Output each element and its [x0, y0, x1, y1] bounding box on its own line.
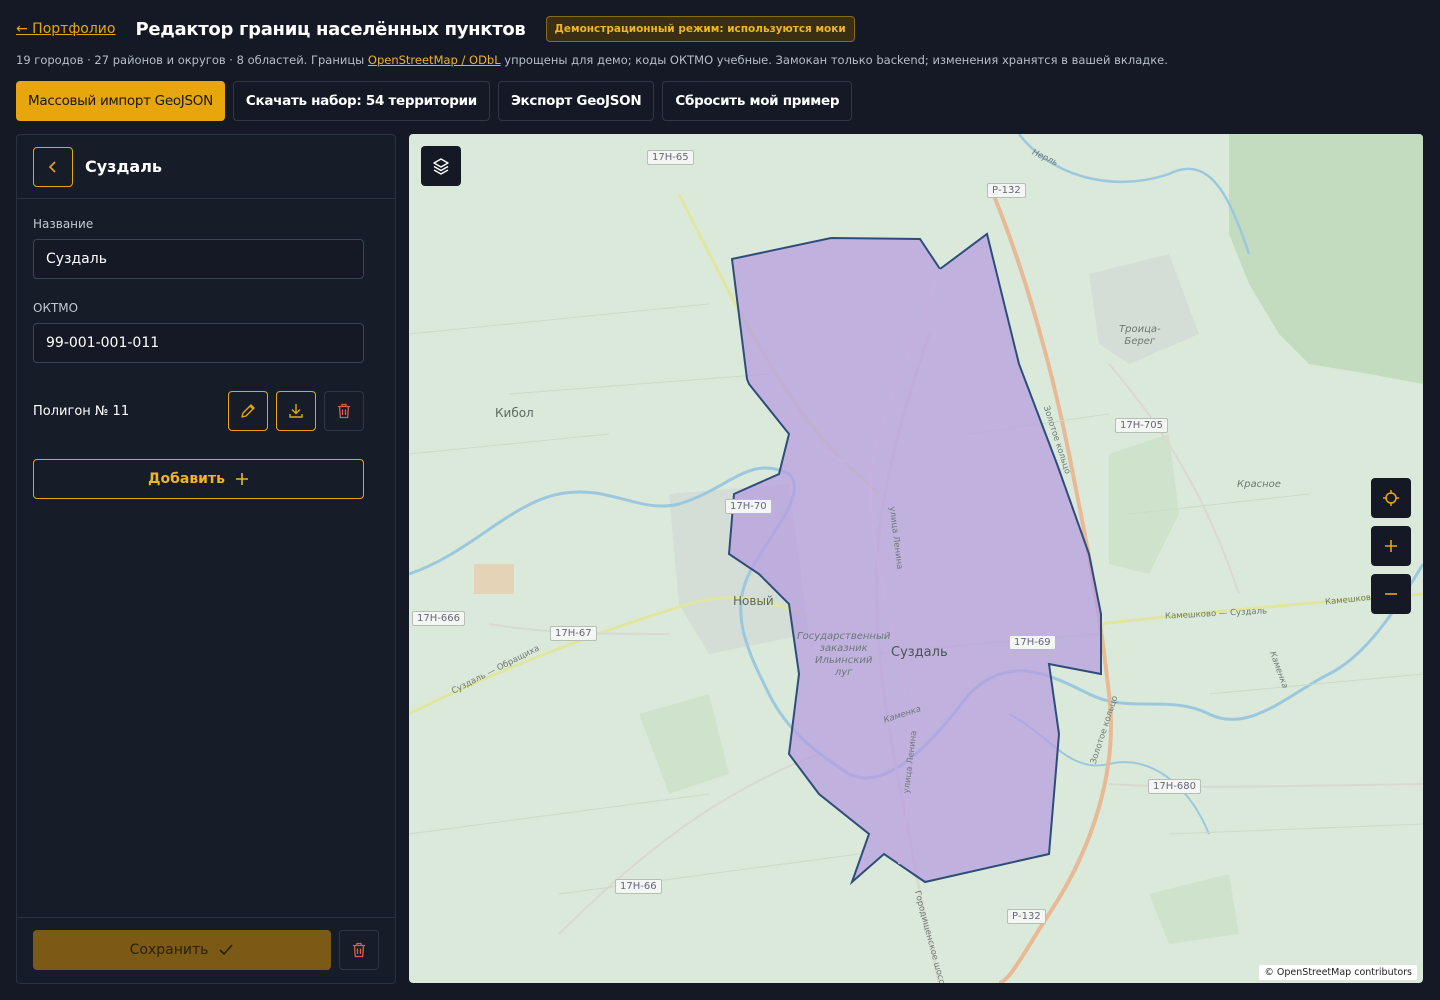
polygon-row: Полигон № 11: [33, 391, 364, 431]
map-label-suzdal: Суздаль: [891, 645, 948, 660]
locate-button[interactable]: [1371, 478, 1411, 518]
download-polygon-button[interactable]: [276, 391, 316, 431]
panel-title: Суздаль: [85, 157, 163, 176]
subtitle-text-after: упрощены для демо; коды ОКТМО учебные. З…: [500, 53, 1168, 67]
download-set-button[interactable]: Скачать набор: 54 территории: [232, 81, 490, 121]
zoom-out-button[interactable]: [1371, 574, 1411, 614]
road-shield: 17Н-666: [412, 611, 465, 626]
toolbar: Массовый импорт GeoJSON Скачать набор: 5…: [16, 81, 853, 121]
save-label: Сохранить: [129, 942, 209, 958]
subtitle-text-before: 19 городов · 27 районов и округов · 8 об…: [16, 53, 368, 67]
trash-icon: [338, 403, 350, 419]
page-subtitle: 19 городов · 27 районов и округов · 8 об…: [16, 53, 1168, 67]
panel-header: Суздаль: [17, 135, 395, 199]
road-shield: 17Н-705: [1115, 418, 1168, 433]
road-shield: 17Н-680: [1148, 779, 1201, 794]
road-shield: 17Н-67: [550, 626, 597, 641]
add-polygon-button[interactable]: Добавить: [33, 459, 364, 499]
plus-icon: [235, 473, 248, 485]
page-title: Редактор границ населённых пунктов: [135, 18, 526, 40]
territory-editor-panel: Суздаль Название Суздаль ОКТМО 99-001-00…: [16, 134, 396, 984]
name-input[interactable]: Суздаль: [33, 239, 364, 279]
bulk-import-button[interactable]: Массовый импорт GeoJSON: [16, 81, 225, 121]
edit-polygon-button[interactable]: [228, 391, 268, 431]
minus-icon: [1385, 593, 1397, 595]
pencil-icon: [241, 404, 255, 418]
oktmo-field-label: ОКТМО: [33, 301, 79, 315]
check-icon: [219, 944, 233, 956]
road-shield: Р-132: [1007, 909, 1046, 924]
road-shield: Р-132: [987, 183, 1026, 198]
polygon-label: Полигон № 11: [33, 403, 130, 419]
export-geojson-button[interactable]: Экспорт GeoJSON: [497, 81, 655, 121]
map-label-kibol: Кибол: [495, 406, 534, 420]
osm-license-link[interactable]: OpenStreetMap / ODbL: [368, 53, 501, 67]
crosshair-icon: [1383, 490, 1399, 506]
panel-back-button[interactable]: [33, 146, 73, 187]
delete-polygon-button[interactable]: [324, 391, 364, 431]
road-shield: 17Н-65: [647, 150, 694, 165]
layers-button[interactable]: [421, 146, 461, 186]
save-button[interactable]: Сохранить: [33, 930, 331, 970]
map-label-krasnoe: Красное: [1237, 479, 1281, 490]
oktmo-input[interactable]: 99-001-001-011: [33, 323, 364, 363]
download-icon: [289, 404, 303, 418]
map-label-novyi: Новый: [733, 594, 774, 608]
map-view[interactable]: Кибол Новый Суздаль Троица- Берег Красно…: [409, 134, 1423, 983]
road-shield: 17Н-69: [1009, 635, 1056, 650]
name-field-label: Название: [33, 217, 94, 231]
road-shield: 17Н-70: [725, 499, 772, 514]
road-shield: 17Н-66: [615, 879, 662, 894]
map-attribution: © OpenStreetMap contributors: [1259, 965, 1417, 980]
chevron-left-icon: [48, 160, 56, 173]
page-header: ← Портфолио Редактор границ населённых п…: [16, 14, 1424, 44]
add-polygon-label: Добавить: [148, 471, 225, 487]
panel-footer: Сохранить: [17, 917, 395, 983]
map-label-zakaznik: Государственный заказник Ильинский луг: [797, 631, 891, 678]
plus-icon: [1385, 540, 1397, 552]
map-base-layer: [409, 134, 1423, 983]
trash-icon: [353, 942, 365, 958]
portfolio-back-link[interactable]: ← Портфолио: [16, 21, 115, 37]
zoom-in-button[interactable]: [1371, 526, 1411, 566]
delete-territory-button[interactable]: [339, 930, 379, 970]
layers-icon: [433, 158, 449, 175]
map-label-troitsa: Троица- Берег: [1119, 324, 1161, 347]
reset-example-button[interactable]: Сбросить мой пример: [662, 81, 853, 121]
demo-mode-badge: Демонстрационный режим: используются мок…: [545, 16, 855, 42]
